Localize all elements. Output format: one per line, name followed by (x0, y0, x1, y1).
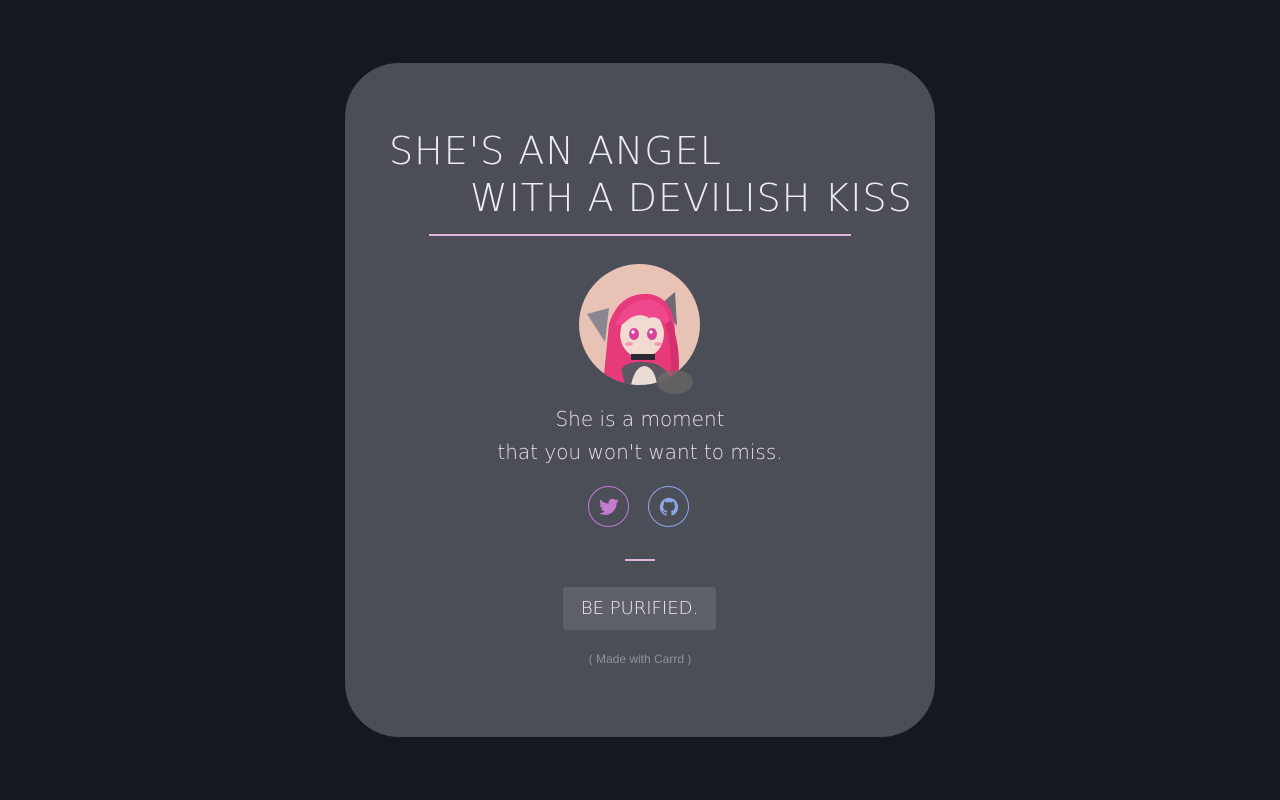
title-divider (429, 234, 851, 236)
title-line-2: WITH A DEVILISH KISS (470, 176, 913, 220)
be-purified-button[interactable]: BE PURIFIED. (563, 587, 716, 630)
section-divider (625, 559, 655, 561)
github-link[interactable] (648, 486, 689, 527)
tagline-line-1: She is a moment (555, 407, 725, 431)
avatar (579, 264, 700, 394)
twitter-link[interactable] (588, 486, 629, 527)
twitter-icon (598, 498, 619, 515)
github-icon (659, 497, 678, 516)
avatar-illustration (579, 264, 700, 394)
title-line-1: SHE'S AN ANGEL (389, 129, 722, 173)
made-with-carrd-credit[interactable]: ( Made with Carrd ) (345, 652, 935, 666)
profile-card: SHE'S AN ANGEL WITH A DEVILISH KISS She … (345, 63, 935, 737)
tagline-line-2: that you won't want to miss. (497, 440, 783, 464)
